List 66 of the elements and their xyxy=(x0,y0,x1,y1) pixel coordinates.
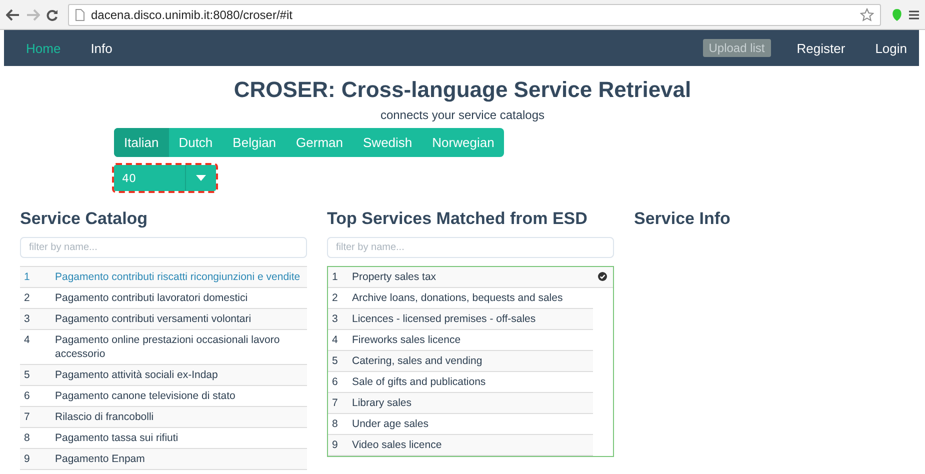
section-heading: Top Services Matched from ESD xyxy=(327,209,588,229)
row-number: 4 xyxy=(332,333,339,347)
row-name: Pagamento contributi versamenti volontari xyxy=(55,312,252,326)
caret-icon xyxy=(196,175,206,181)
row-name: Catering, sales and vending xyxy=(352,354,484,368)
list-row[interactable]: 5 Catering, sales and vending xyxy=(328,351,593,372)
row-name: Sale of gifts and publications xyxy=(352,375,487,389)
list-row[interactable]: 7 Rilascio di francobolli xyxy=(20,407,307,428)
nav-link[interactable]: Register xyxy=(792,40,850,56)
back-icon[interactable] xyxy=(6,8,20,20)
menu-icon[interactable] xyxy=(909,10,919,20)
page-subtitle: connects your service catalogs xyxy=(379,108,546,122)
list-row[interactable]: 3 Pagamento contributi versamenti volontari xyxy=(20,309,307,330)
row-number: 1 xyxy=(24,270,31,284)
address-bar[interactable]: dacena.disco.unimib.it:8080/croser/#it xyxy=(68,4,881,26)
reload-icon[interactable] xyxy=(46,8,58,20)
row-number: 8 xyxy=(332,417,339,431)
list-row[interactable]: 7 Library sales xyxy=(328,393,593,414)
list-row[interactable]: 1 Pagamento contributi riscatti ricongiunzioni e vendite xyxy=(20,267,307,288)
row-name: Fireworks sales licence xyxy=(352,333,462,347)
row-number: 4 xyxy=(24,333,31,347)
row-name: Pagamento contributi lavoratori domestici xyxy=(55,291,249,305)
section-heading: Service Info xyxy=(634,209,732,229)
row-number: 2 xyxy=(24,291,31,305)
filter-field[interactable]: filter by name... xyxy=(327,237,614,258)
nav-link[interactable]: Info xyxy=(86,40,116,56)
check-circle-icon xyxy=(598,272,607,281)
filter-field[interactable]: filter by name... xyxy=(20,237,307,258)
row-name: Pagamento canone televisione di stato xyxy=(55,389,236,403)
row-number: 8 xyxy=(24,431,31,445)
nav-link[interactable]: Login xyxy=(871,40,911,56)
list-row[interactable]: 9 Pagamento Enpam xyxy=(20,449,307,470)
page-icon xyxy=(75,8,85,20)
row-number: 3 xyxy=(24,312,31,326)
row-name: Pagamento tassa sui rifiuti xyxy=(55,431,180,445)
row-name: Pagamento online prestazioni occasionali lavoro accessorio xyxy=(55,333,281,361)
list-row[interactable]: 3 Licences - licensed premises - off-sales xyxy=(328,309,593,330)
row-number: 3 xyxy=(332,312,339,326)
row-name: Property sales tax xyxy=(352,270,438,284)
url-text: dacena.disco.unimib.it:8080/croser/#it xyxy=(91,8,292,22)
row-name: Video sales licence xyxy=(352,438,443,452)
row-number: 1 xyxy=(332,270,339,284)
section-heading: Service Catalog xyxy=(20,209,149,229)
row-number: 2 xyxy=(332,291,339,305)
row-number: 5 xyxy=(332,354,339,368)
row-name: Pagamento Enpam xyxy=(55,452,146,466)
star-icon[interactable] xyxy=(860,8,874,22)
row-number: 6 xyxy=(332,375,339,389)
row-name: Rilascio di francobolli xyxy=(55,410,155,424)
row-name: Pagamento contributi riscatti ricongiunzioni e vendite xyxy=(55,270,301,284)
nav-link[interactable]: Home xyxy=(22,40,65,56)
page-title: CROSER: Cross-language Service Retrieval xyxy=(232,76,692,104)
row-number: 7 xyxy=(332,396,339,410)
list-row[interactable]: 1 Property sales tax xyxy=(328,267,613,288)
row-number: 6 xyxy=(24,389,31,403)
row-name: Pagamento attività sociali ex-Indap xyxy=(55,368,219,382)
row-number: 5 xyxy=(24,368,31,382)
list-row[interactable]: 5 Pagamento attività sociali ex-Indap xyxy=(20,365,307,386)
list-row[interactable]: 9 Video sales licence xyxy=(328,435,593,456)
row-number: 9 xyxy=(332,438,339,452)
row-name: Licences - licensed premises - off-sales xyxy=(352,312,537,326)
row-number: 9 xyxy=(24,452,31,466)
row-number: 7 xyxy=(24,410,31,424)
row-name: Library sales xyxy=(352,396,413,410)
row-name: Under age sales xyxy=(352,417,430,431)
row-name: Archive loans, donations, bequests and sales xyxy=(352,291,564,305)
